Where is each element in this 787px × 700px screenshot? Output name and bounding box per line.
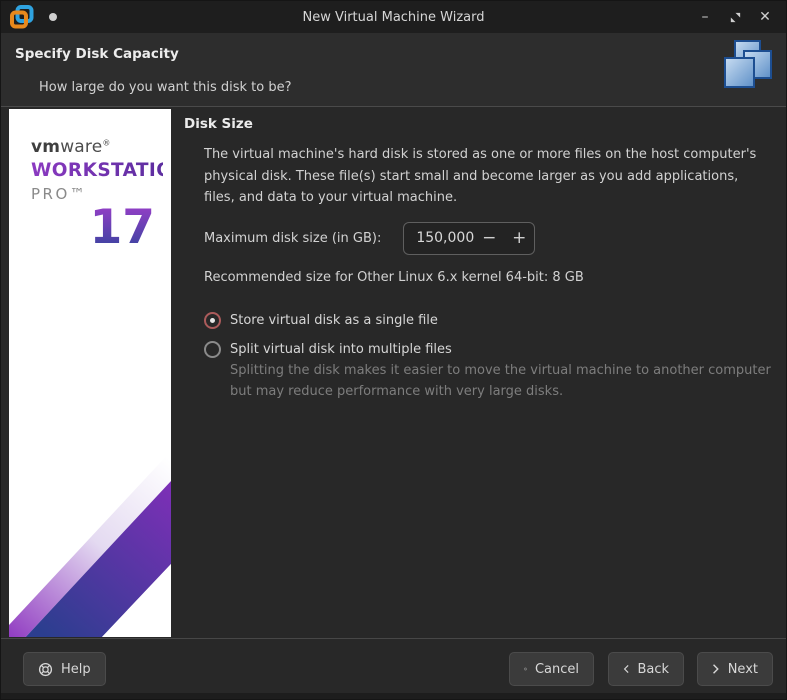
disk-size-spinbox[interactable]: 150,000 − + [403,221,536,255]
maximize-button[interactable] [724,6,746,28]
wizard-header: Specify Disk Capacity How large do you w… [1,33,786,107]
wizard-step-subtitle: How large do you want this disk to be? [39,80,292,95]
window-controls: – ✕ [694,6,786,28]
next-button-label: Next [727,661,758,677]
help-button-label: Help [61,661,91,677]
radio-split-files-circle[interactable] [204,340,221,358]
new-vm-wizard-window: New Virtual Machine Wizard – ✕ Specify D… [0,0,787,700]
next-button[interactable]: Next [697,652,773,686]
branding-sidebar: vmware® WORKSTATION PRO™ 17 [9,109,171,637]
vmware-logo-reg: ® [102,138,111,148]
minimize-button[interactable]: – [694,6,716,28]
cancel-button[interactable]: Cancel [509,652,594,686]
window-title: New Virtual Machine Wizard [302,9,485,25]
radio-split-files[interactable]: Split virtual disk into multiple files [204,340,764,358]
cancel-button-label: Cancel [534,661,579,677]
max-disk-size-label: Maximum disk size (in GB): [204,230,382,246]
disk-storage-options: Store virtual disk as a single file Spli… [204,311,771,403]
split-files-hint: Splitting the disk makes it easier to mo… [230,362,771,400]
radio-single-file[interactable]: Store virtual disk as a single file [204,311,764,329]
vmware-logo-vm: vm [31,137,61,157]
wizard-body: vmware® WORKSTATION PRO™ 17 Disk Size Th… [1,108,786,638]
brand-block: vmware® WORKSTATION PRO™ 17 [31,137,171,253]
spin-increment-button[interactable]: + [504,223,534,254]
wizard-step-title: Specify Disk Capacity [15,46,179,62]
radio-single-file-label: Store virtual disk as a single file [230,312,438,328]
wizard-squares-icon [724,40,772,88]
disk-size-description: The virtual machine's hard disk is store… [204,147,757,205]
window-menu-dot[interactable] [49,13,57,21]
workstation-wordmark: WORKSTATION [31,160,171,181]
vmware-logo-ware: ware [60,137,103,157]
max-disk-size-row: Maximum disk size (in GB): 150,000 − + [204,221,764,255]
window-bottom-edge [1,693,786,699]
version-number: 17 [31,203,163,253]
disk-size-heading: Disk Size [184,116,253,132]
radio-split-files-label: Split virtual disk into multiple files [230,341,452,357]
chevron-left-icon [623,665,629,673]
help-button[interactable]: Help [23,652,106,686]
titlebar: New Virtual Machine Wizard – ✕ [1,1,786,33]
spin-decrement-button[interactable]: − [474,223,504,254]
cancel-slash-icon [524,667,527,671]
close-button[interactable]: ✕ [754,6,776,28]
back-button-label: Back [637,661,669,677]
chevron-right-icon [713,664,719,674]
vmware-logo-text: vmware® [31,137,163,157]
wizard-footer: Help Cancel Back Next [1,638,786,693]
back-button[interactable]: Back [608,652,684,686]
help-lifering-icon [38,662,53,676]
disk-capacity-panel: Disk Size The virtual machine's hard dis… [184,116,771,403]
disk-size-input[interactable]: 150,000 [404,230,474,246]
recommended-size-text: Recommended size for Other Linux 6.x ker… [204,269,584,285]
vmware-app-icon [10,5,34,29]
radio-single-file-circle[interactable] [204,311,221,329]
maximize-icon [730,12,740,22]
